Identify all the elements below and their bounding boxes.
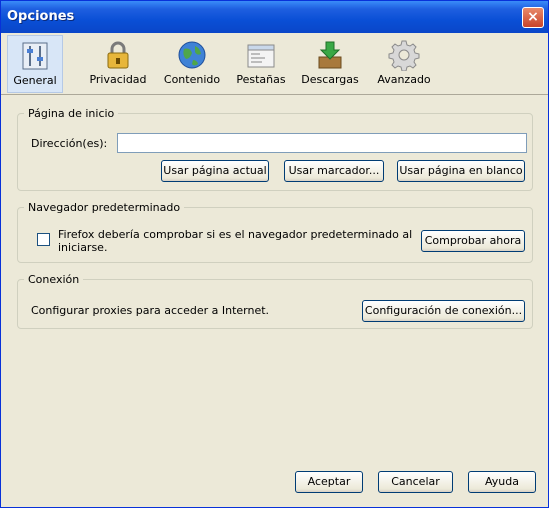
pane-general[interactable]: General (7, 35, 63, 93)
pane-tabs-label: Pestañas (236, 73, 286, 86)
title-bar[interactable]: Opciones × (1, 1, 548, 33)
connection-legend: Conexión (28, 273, 80, 286)
check-default-browser-checkbox[interactable] (37, 233, 50, 246)
check-now-button[interactable]: Comprobar ahora (421, 230, 525, 252)
gear-icon (388, 40, 420, 71)
pane-general-label: General (13, 74, 57, 87)
globe-icon (178, 41, 206, 69)
pane-content-label: Contenido (163, 73, 221, 86)
options-window: Opciones × General Privacidad Contenido … (0, 0, 549, 508)
close-button[interactable]: × (522, 7, 544, 28)
use-current-page-button[interactable]: Usar página actual (161, 160, 269, 182)
use-bookmark-button[interactable]: Usar marcador... (284, 160, 384, 182)
pane-tabs[interactable]: Pestañas (231, 35, 291, 93)
download-box-icon (318, 41, 342, 69)
pane-privacy[interactable]: Privacidad (85, 35, 151, 93)
cancel-button[interactable]: Cancelar (378, 471, 453, 493)
pane-content[interactable]: Contenido (161, 35, 223, 93)
connection-settings-button[interactable]: Configuración de conexión... (362, 300, 525, 322)
padlock-icon (107, 41, 129, 69)
use-blank-page-button[interactable]: Usar página en blanco (397, 160, 525, 182)
pane-downloads[interactable]: Descargas (297, 35, 363, 93)
general-settings-icon (22, 42, 48, 70)
default-browser-legend: Navegador predeterminado (28, 201, 181, 214)
default-browser-text-line1: Firefox debería comprobar si es el naveg… (58, 228, 413, 241)
address-label: Dirección(es): (31, 137, 108, 150)
pane-downloads-label: Descargas (301, 73, 359, 86)
pane-advanced-label: Avanzado (377, 73, 431, 86)
home-page-address-input[interactable] (117, 133, 527, 153)
window-title: Opciones (7, 9, 75, 24)
default-browser-text-line2: iniciarse. (58, 241, 108, 254)
connection-description: Configurar proxies para acceder a Intern… (31, 304, 270, 317)
help-button[interactable]: Ayuda (468, 471, 536, 493)
ok-button[interactable]: Aceptar (295, 471, 363, 493)
tabs-window-icon (247, 44, 275, 68)
pane-privacy-label: Privacidad (89, 73, 147, 86)
pane-advanced[interactable]: Avanzado (371, 35, 437, 93)
preferences-pane-toolbar: General Privacidad Contenido Pestañas De… (1, 33, 548, 95)
home-page-legend: Página de inicio (28, 107, 115, 120)
